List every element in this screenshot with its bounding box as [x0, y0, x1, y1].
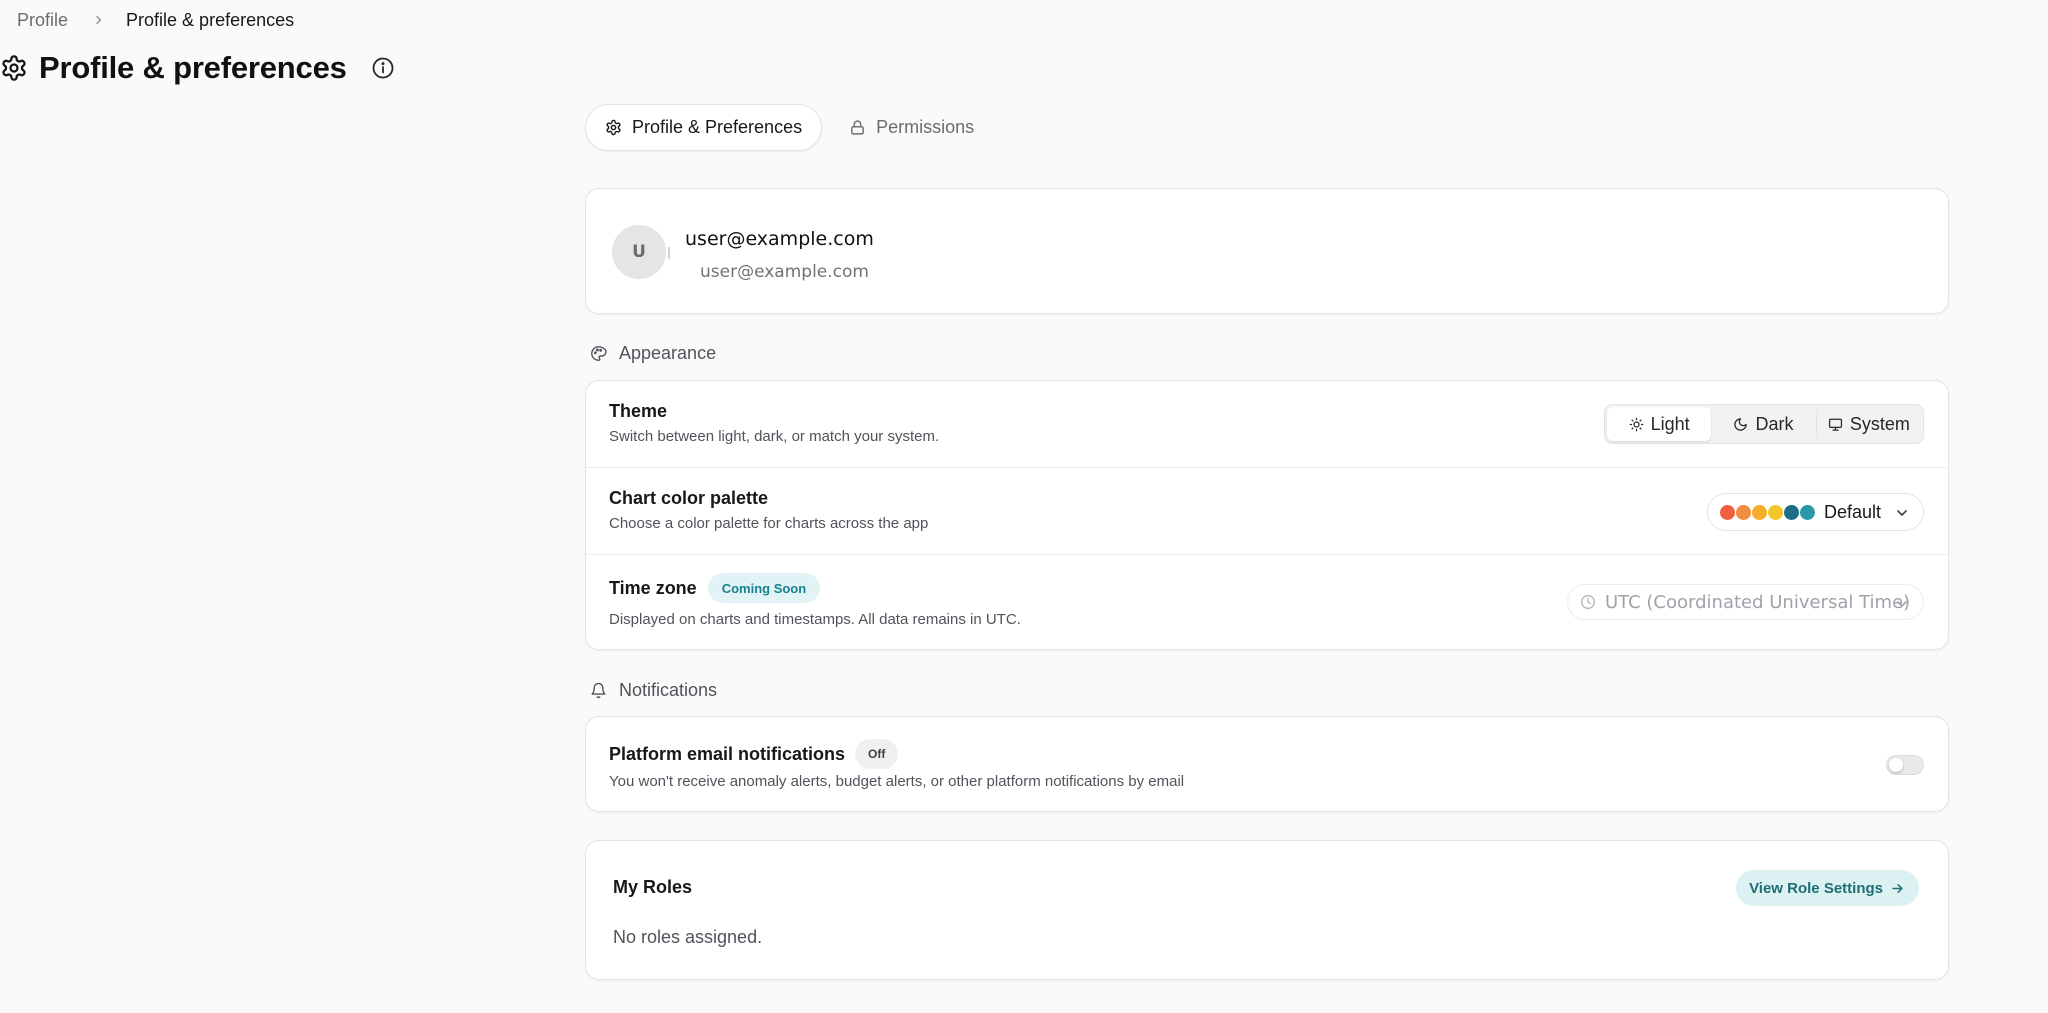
- theme-row: Theme Switch between light, dark, or mat…: [586, 381, 1948, 467]
- chevron-right-icon: [94, 15, 104, 25]
- bell-icon: [590, 682, 607, 699]
- appearance-heading: Appearance: [590, 341, 716, 365]
- palette-swatch: [1736, 504, 1751, 520]
- tab-bar: Profile & Preferences Permissions: [585, 104, 993, 151]
- section-title: Notifications: [619, 679, 718, 700]
- status-badge: Off: [855, 739, 899, 769]
- view-role-settings-button[interactable]: View Role Settings: [1736, 870, 1919, 906]
- notifications-heading: Notifications: [590, 678, 717, 702]
- timezone-select[interactable]: UTC (Coordinated Universal Time): [1567, 584, 1924, 620]
- email-notif-title-wrap: Platform email notifications Off: [609, 739, 899, 769]
- email-notif-title: Platform email notifications: [609, 743, 846, 764]
- timezone-description: Displayed on charts and timestamps. All …: [609, 611, 1021, 628]
- palette-description: Choose a color palette for charts across…: [609, 515, 929, 532]
- tab-label: Profile & Preferences: [632, 117, 803, 137]
- palette-swatch: [1768, 504, 1783, 520]
- theme-description: Switch between light, dark, or match you…: [609, 428, 940, 445]
- coming-soon-badge: Coming Soon: [707, 573, 821, 603]
- palette-select[interactable]: Default: [1707, 493, 1924, 531]
- palette-swatches: [1720, 504, 1816, 520]
- roles-empty-text: No roles assigned.: [613, 927, 763, 947]
- arrow-right-icon: [1890, 881, 1905, 896]
- timezone-title-wrap: Time zone Coming Soon: [609, 573, 821, 603]
- chevron-down-icon: [1895, 597, 1909, 611]
- palette-selected-value: Default: [1824, 501, 1882, 522]
- breadcrumb-profile-link[interactable]: Profile: [17, 10, 68, 31]
- timezone-title: Time zone: [609, 577, 697, 598]
- button-label: View Role Settings: [1749, 879, 1883, 897]
- tab-profile-preferences[interactable]: Profile & Preferences: [585, 104, 823, 151]
- lock-icon: [849, 119, 866, 136]
- info-icon[interactable]: [371, 56, 395, 80]
- user-email: user@example.com: [685, 228, 874, 250]
- timezone-selected-value: UTC (Coordinated Universal Time): [1605, 591, 1911, 613]
- theme-option-label: Dark: [1755, 413, 1794, 434]
- theme-option-light[interactable]: Light: [1607, 407, 1712, 441]
- page-header: Profile & preferences: [0, 48, 395, 88]
- appearance-card: Theme Switch between light, dark, or mat…: [585, 380, 1949, 650]
- theme-option-dark[interactable]: Dark: [1711, 407, 1815, 441]
- palette-title: Chart color palette: [609, 488, 769, 508]
- roles-card: My Roles No roles assigned. View Role Se…: [585, 840, 1949, 980]
- gear-icon: [0, 54, 28, 82]
- palette-swatch: [1800, 504, 1815, 520]
- palette-swatch: [1752, 504, 1767, 520]
- theme-option-system[interactable]: System: [1815, 407, 1921, 441]
- section-title: Appearance: [619, 342, 717, 363]
- gear-icon: [605, 119, 622, 136]
- avatar: U: [612, 225, 670, 279]
- clock-icon: [1580, 594, 1596, 610]
- theme-title: Theme: [609, 401, 668, 421]
- chevron-down-icon: [1895, 506, 1909, 520]
- profile-card: U user@example.com user@example.com: [585, 188, 1949, 314]
- page-title: Profile & preferences: [39, 50, 347, 85]
- email-notifications-toggle[interactable]: [1886, 755, 1924, 775]
- tab-permissions[interactable]: Permissions: [830, 104, 993, 151]
- palette-swatch: [1720, 504, 1735, 520]
- sun-icon: [1629, 417, 1644, 432]
- tab-label: Permissions: [876, 117, 975, 137]
- user-subtitle: user@example.com: [700, 262, 869, 282]
- notifications-card: Platform email notifications Off You won…: [585, 716, 1949, 812]
- theme-option-label: System: [1849, 413, 1910, 434]
- theme-option-label: Light: [1650, 413, 1690, 434]
- palette-swatch: [1784, 504, 1799, 520]
- theme-segmented-control: Light Dark System: [1604, 404, 1924, 444]
- roles-title: My Roles: [613, 877, 693, 897]
- breadcrumb-current: Profile & preferences: [126, 9, 295, 30]
- moon-icon: [1733, 417, 1748, 432]
- monitor-icon: [1828, 417, 1843, 432]
- email-notif-description: You won't receive anomaly alerts, budget…: [609, 773, 1185, 790]
- breadcrumb: Profile Profile & preferences: [17, 9, 294, 31]
- palette-icon: [590, 345, 607, 362]
